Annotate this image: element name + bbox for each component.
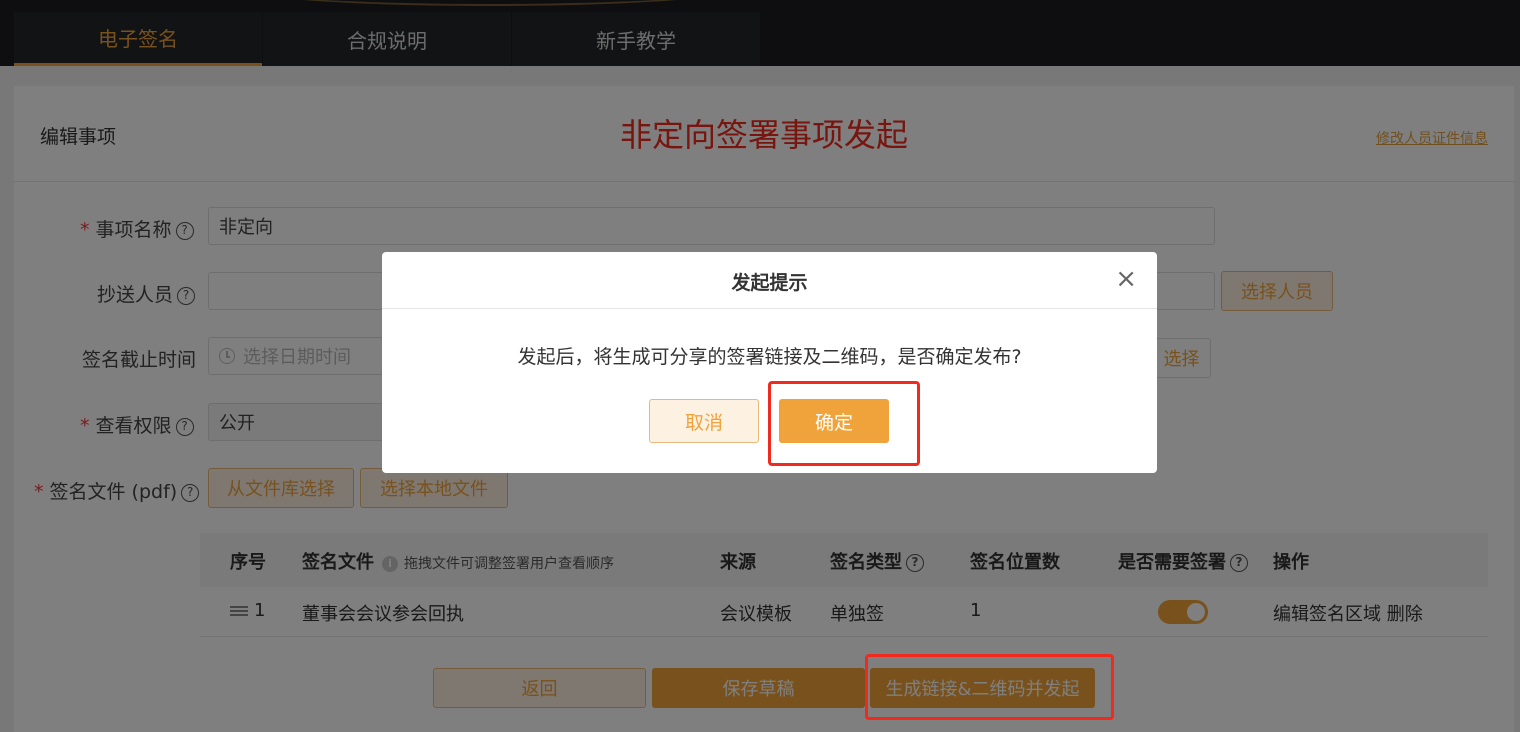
annotation-box [768, 381, 920, 466]
dialog-title: 发起提示 [731, 272, 808, 294]
close-icon[interactable]: × [1115, 264, 1137, 294]
dialog-cancel-button[interactable]: 取消 [649, 399, 759, 443]
annotation-box [865, 654, 1114, 720]
dialog-message: 发起后，将生成可分享的签署链接及二维码，是否确定发布? [517, 346, 1022, 368]
dialog-header: 发起提示 × [382, 252, 1157, 309]
